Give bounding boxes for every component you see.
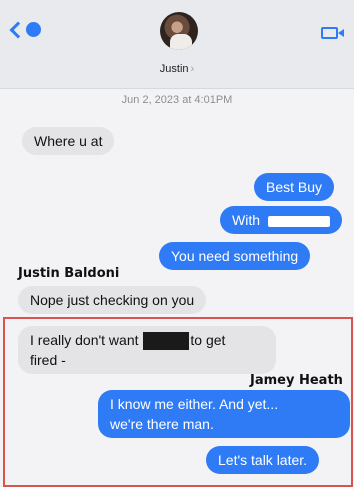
message-line: I know me either. And yet... xyxy=(110,396,279,412)
message-line: fired - xyxy=(30,352,66,369)
redaction-mark xyxy=(143,332,190,351)
contact-name[interactable]: Justin › xyxy=(0,63,354,75)
message-text: to get xyxy=(190,332,226,348)
avatar-figure xyxy=(170,34,192,50)
unread-badge xyxy=(26,22,41,37)
avatar[interactable] xyxy=(160,12,198,50)
message-line: I really don't want to get xyxy=(30,330,264,351)
message-bubble-incoming[interactable]: I really don't want to get fired - xyxy=(18,326,276,375)
message-bubble-outgoing[interactable]: You need something xyxy=(159,242,311,270)
sender-name: Justin Baldoni xyxy=(18,266,120,281)
message-bubble-outgoing[interactable]: With xyxy=(220,206,342,234)
contact-name-label: Justin xyxy=(159,63,189,75)
message-timestamp: Jun 2, 2023 at 4:01PM xyxy=(121,94,233,106)
message-text: With xyxy=(232,212,260,228)
chevron-left-icon xyxy=(9,21,27,38)
chevron-right-icon: › xyxy=(190,63,195,75)
back-button[interactable] xyxy=(9,21,41,38)
message-bubble-outgoing[interactable]: I know me either. And yet... we're there… xyxy=(98,390,350,438)
message-bubble-incoming[interactable]: Nope just checking on you xyxy=(18,286,207,314)
message-bubble-incoming[interactable]: Where u at xyxy=(22,127,115,155)
redaction-mark xyxy=(267,215,330,227)
video-call-icon[interactable] xyxy=(321,27,344,39)
message-bubble-outgoing[interactable]: Let's talk later. xyxy=(206,446,320,474)
conversation-header: Justin › xyxy=(0,0,354,89)
message-text: I really don't want xyxy=(30,332,139,348)
sender-name: Jamey Heath xyxy=(250,373,343,388)
message-line: we're there man. xyxy=(110,416,214,432)
message-bubble-outgoing[interactable]: Best Buy xyxy=(254,173,335,201)
